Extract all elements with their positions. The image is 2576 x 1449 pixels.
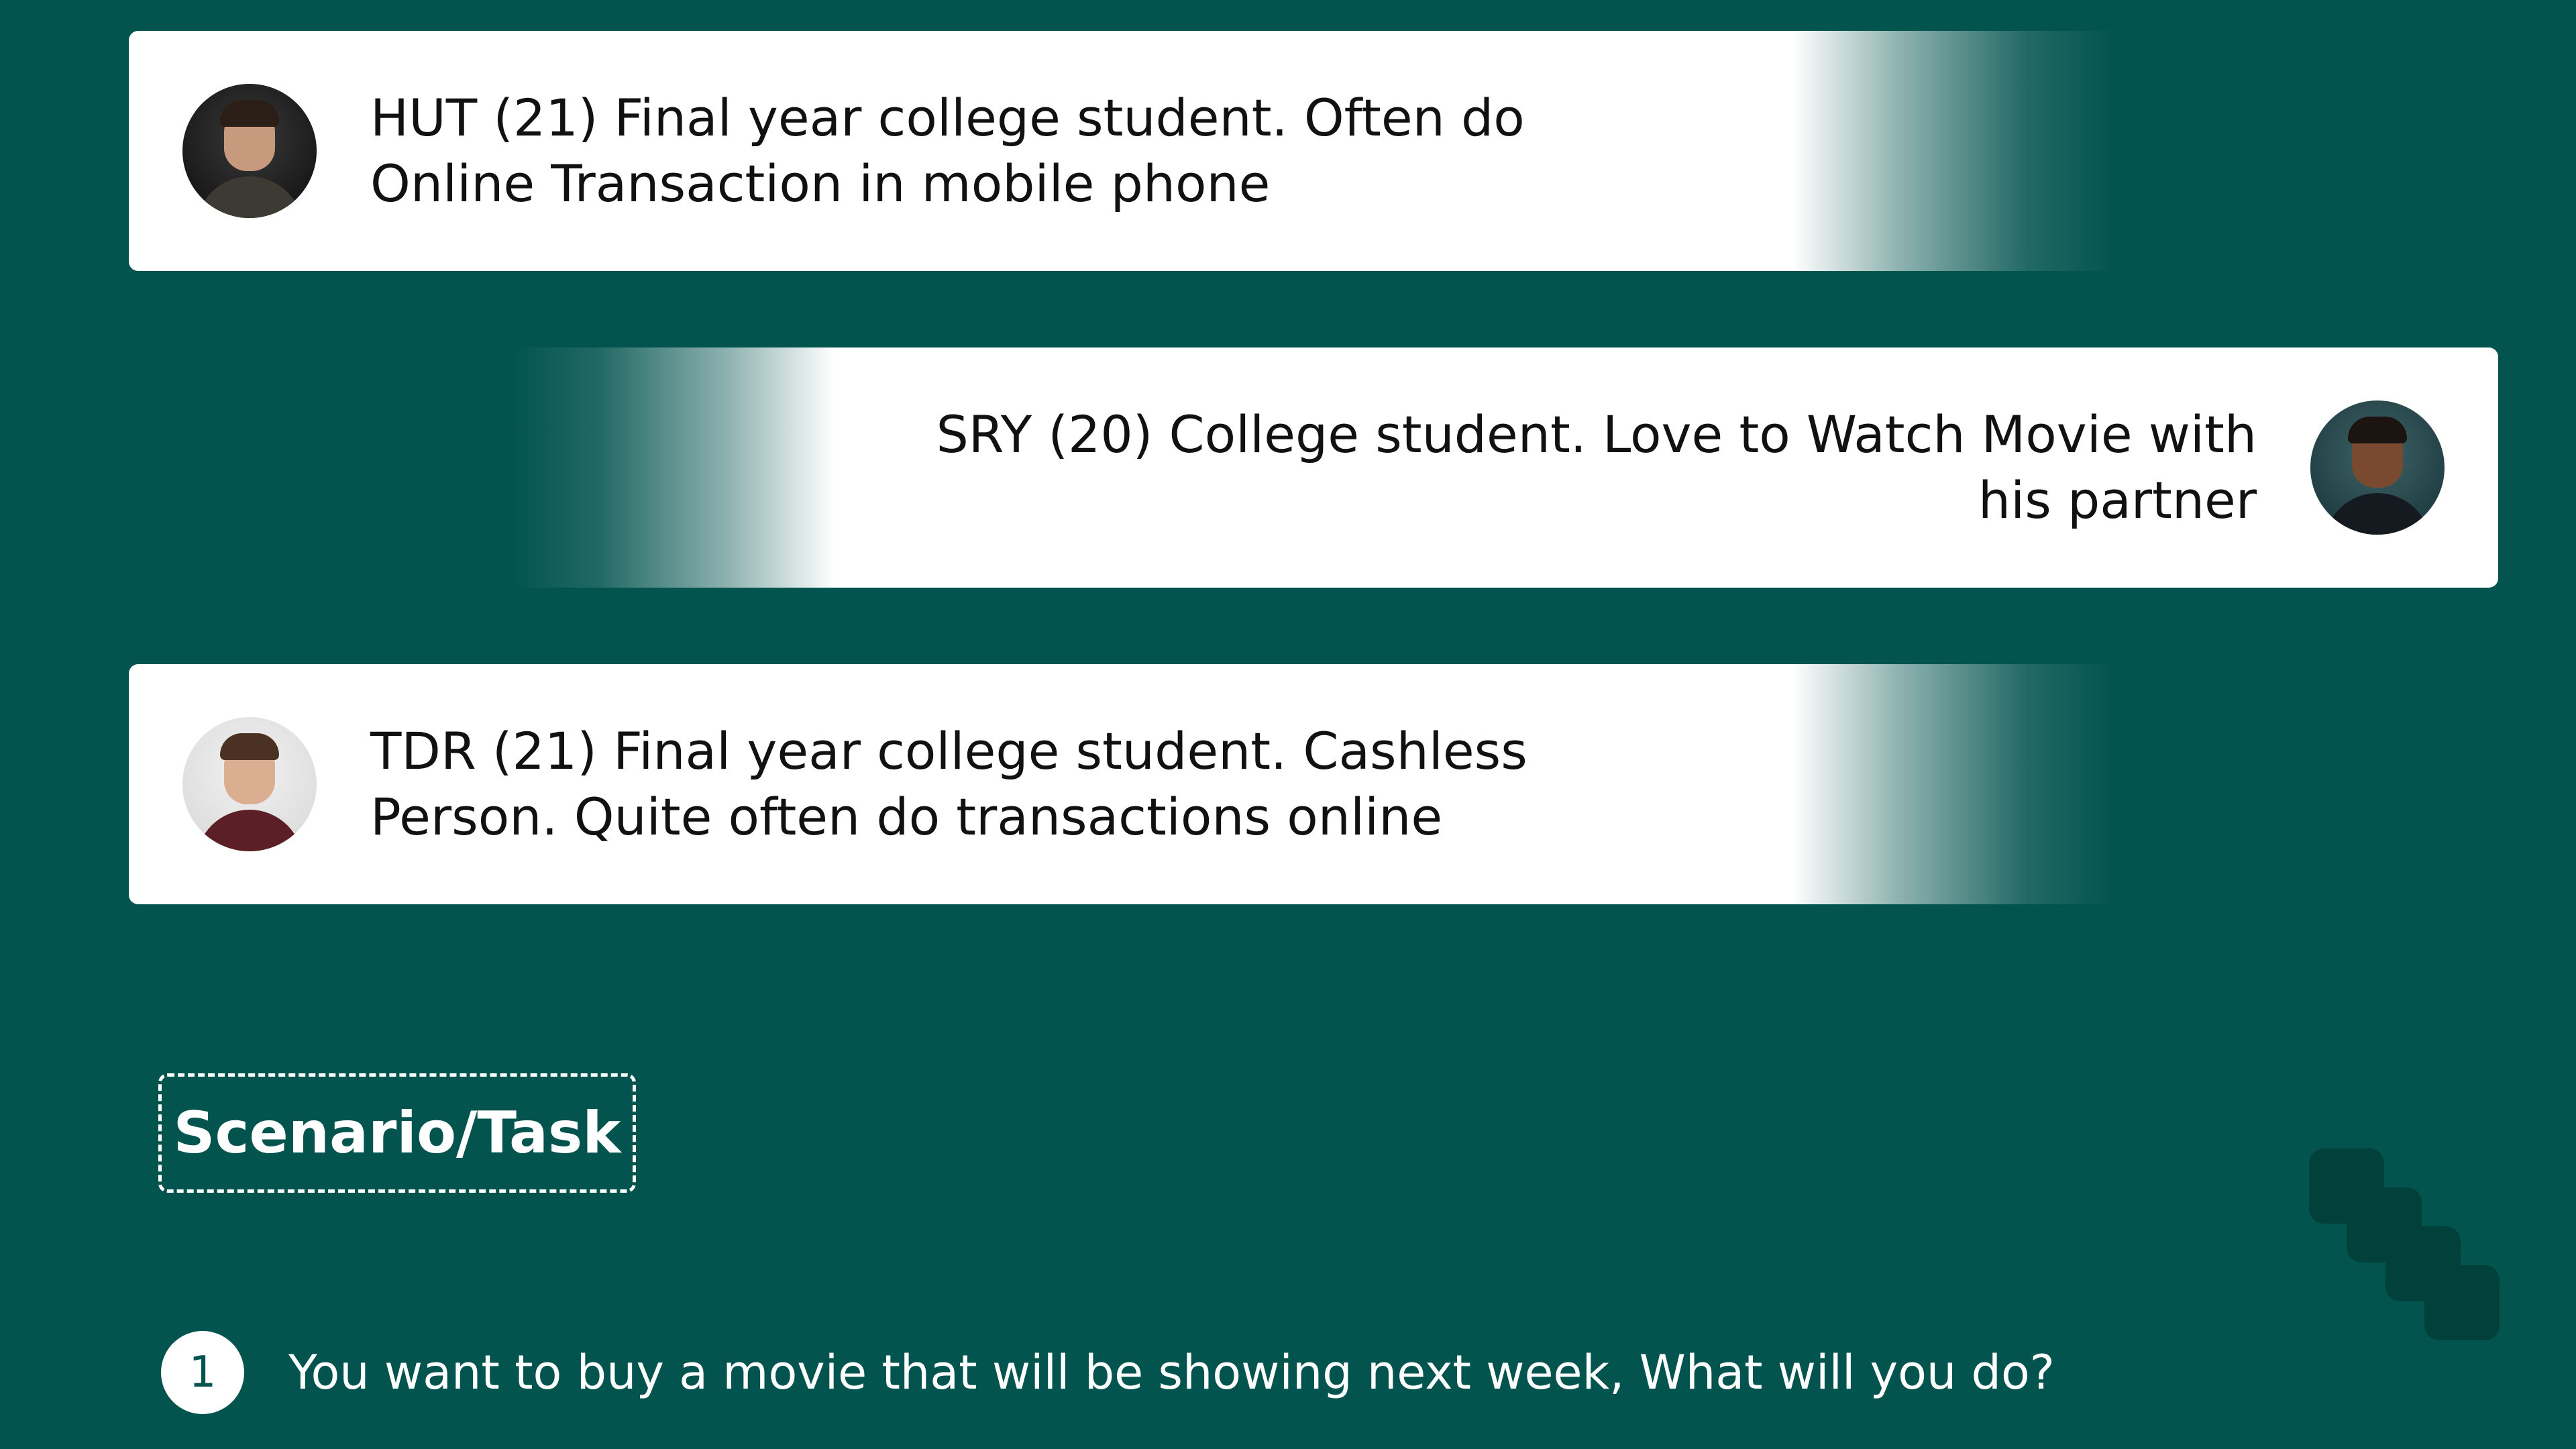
scenario-task-label: Scenario/Task (173, 1099, 621, 1167)
persona-description: SRY (20) College student. Love to Watch … (936, 405, 2257, 530)
avatar (2310, 400, 2445, 535)
persona-card-hut: HUT (21) Final year college student. Oft… (129, 31, 2271, 271)
question-item: 1 You want to buy a movie that will be s… (161, 1331, 2055, 1414)
persona-card-tdr: TDR (21) Final year college student. Cas… (129, 664, 2271, 904)
persona-description: TDR (21) Final year college student. Cas… (370, 721, 1527, 847)
persona-card-sry: SRY (20) College student. Love to Watch … (358, 347, 2498, 588)
avatar (182, 84, 317, 218)
question-text: You want to buy a movie that will be sho… (288, 1345, 2055, 1400)
avatar (182, 717, 317, 851)
question-number-badge: 1 (161, 1331, 244, 1414)
persona-description: HUT (21) Final year college student. Oft… (370, 88, 1525, 213)
scenario-task-box: Scenario/Task (158, 1073, 636, 1193)
